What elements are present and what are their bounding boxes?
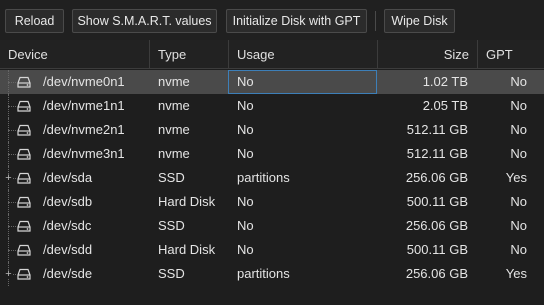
cell-device: /dev/nvme3n1 (43, 146, 125, 161)
table-row[interactable]: /dev/nvme2n1 nvme No 512.11 GB No (0, 118, 544, 142)
cell-size: 256.06 GB (405, 218, 468, 233)
cell-device: /dev/sdc (43, 218, 92, 233)
cell-type: SSD (158, 266, 185, 281)
hard-drive-icon (17, 196, 31, 208)
cell-gpt: No (510, 122, 527, 137)
toolbar-separator (375, 11, 376, 31)
cell-usage: No (237, 146, 254, 161)
cell-size: 1.02 TB (422, 74, 468, 89)
cell-usage: No (237, 194, 254, 209)
cell-device: /dev/nvme0n1 (43, 74, 125, 89)
tree-connector (8, 106, 16, 108)
hard-drive-icon (17, 244, 31, 256)
cell-usage: No (237, 98, 254, 113)
column-header-gpt[interactable]: GPT (477, 40, 544, 68)
column-header-usage[interactable]: Usage (228, 40, 377, 68)
tree-connector (8, 130, 16, 132)
cell-type: nvme (158, 146, 190, 161)
cell-size: 2.05 TB (422, 98, 468, 113)
column-header-device[interactable]: Device (0, 40, 149, 68)
cell-size: 512.11 GB (406, 122, 468, 137)
cell-usage: No (237, 242, 254, 257)
cell-type: nvme (158, 74, 190, 89)
cell-gpt: No (510, 74, 527, 89)
hard-drive-icon (17, 124, 31, 136)
cell-usage: No (237, 122, 254, 137)
table-row[interactable]: /dev/nvme0n1 nvme No 1.02 TB No (0, 70, 544, 94)
table-row[interactable]: /dev/sdb Hard Disk No 500.11 GB No (0, 190, 544, 214)
column-header-type[interactable]: Type (149, 40, 228, 68)
show-smart-values-button[interactable]: Show S.M.A.R.T. values (72, 9, 217, 33)
cell-gpt: Yes (505, 266, 527, 281)
table-row[interactable]: + /dev/sda SSD partitions 256.06 GB Yes (0, 166, 544, 190)
hard-drive-icon (17, 220, 31, 232)
cell-gpt: No (510, 218, 527, 233)
cell-type: Hard Disk (158, 194, 216, 209)
cell-type: SSD (158, 218, 185, 233)
cell-focus-indicator (228, 70, 377, 94)
cell-size: 500.11 GB (406, 194, 468, 209)
grid-header: Device Type Usage Size GPT (0, 40, 544, 69)
table-row[interactable]: + /dev/sde SSD partitions 256.06 GB Yes (0, 262, 544, 286)
cell-type: Hard Disk (158, 242, 216, 257)
expand-plus-icon[interactable]: + (4, 173, 13, 184)
cell-device: /dev/sda (43, 170, 93, 185)
cell-type: nvme (158, 122, 190, 137)
hard-drive-icon (17, 148, 31, 160)
cell-type: SSD (158, 170, 185, 185)
cell-usage: partitions (237, 170, 290, 185)
wipe-disk-button[interactable]: Wipe Disk (384, 9, 455, 33)
cell-device: /dev/nvme1n1 (43, 98, 125, 113)
cell-size: 512.11 GB (406, 146, 468, 161)
cell-type: nvme (158, 98, 190, 113)
cell-usage: No (237, 218, 254, 233)
hard-drive-icon (17, 76, 31, 88)
cell-gpt: No (510, 98, 527, 113)
hard-drive-icon (17, 268, 31, 280)
initialize-disk-gpt-button[interactable]: Initialize Disk with GPT (226, 9, 367, 33)
tree-connector (8, 154, 16, 156)
hard-drive-icon (17, 172, 31, 184)
cell-device: /dev/nvme2n1 (43, 122, 125, 137)
table-row[interactable]: /dev/nvme1n1 nvme No 2.05 TB No (0, 94, 544, 118)
reload-button[interactable]: Reload (5, 9, 64, 33)
cell-gpt: No (510, 146, 527, 161)
tree-connector (8, 202, 16, 204)
table-row[interactable]: /dev/sdc SSD No 256.06 GB No (0, 214, 544, 238)
toolbar: Reload Show S.M.A.R.T. values Initialize… (0, 0, 544, 40)
cell-gpt: Yes (505, 170, 527, 185)
cell-device: /dev/sde (43, 266, 93, 281)
cell-gpt: No (510, 242, 527, 257)
expand-plus-icon[interactable]: + (4, 269, 13, 280)
cell-size: 256.06 GB (405, 170, 468, 185)
table-row[interactable]: /dev/sdd Hard Disk No 500.11 GB No (0, 238, 544, 262)
cell-usage: partitions (237, 266, 290, 281)
cell-device: /dev/sdd (43, 242, 93, 257)
hard-drive-icon (17, 100, 31, 112)
cell-gpt: No (510, 194, 527, 209)
tree-connector (8, 250, 16, 252)
cell-device: /dev/sdb (43, 194, 93, 209)
cell-size: 256.06 GB (405, 266, 468, 281)
tree-connector (8, 82, 16, 84)
tree-connector (8, 226, 16, 228)
disk-grid: Device Type Usage Size GPT /dev/nvme0n1 n… (0, 40, 544, 305)
table-row[interactable]: /dev/nvme3n1 nvme No 512.11 GB No (0, 142, 544, 166)
column-header-size[interactable]: Size (377, 40, 477, 68)
cell-size: 500.11 GB (406, 242, 468, 257)
